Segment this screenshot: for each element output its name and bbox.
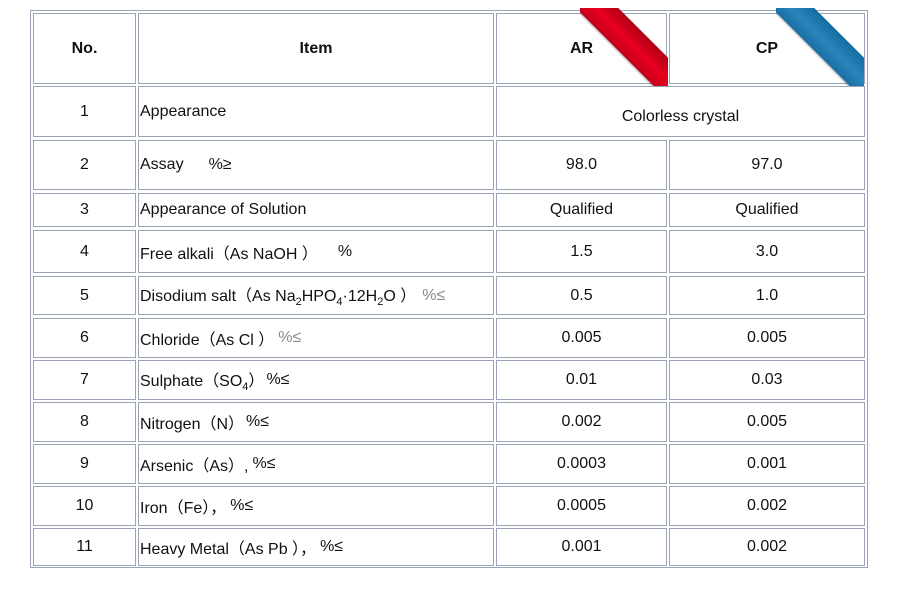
row-ar-value: 0.002 (496, 402, 667, 442)
row-ar-value: 1.5 (496, 230, 667, 273)
row-item-unit: %≤ (252, 455, 276, 472)
row-ar-value: 0.001 (496, 528, 667, 566)
row-no: 6 (33, 318, 136, 358)
header-no: No. (33, 13, 136, 84)
row-item-label: Assay (140, 156, 184, 173)
ar-ribbon-decoration (580, 8, 668, 92)
row-item-label: Chloride（As Cl ） (140, 332, 275, 349)
row-ar-value: 0.0003 (496, 444, 667, 484)
row-cp-value: 0.005 (669, 318, 865, 358)
row-item: Chloride（As Cl ） %≤ (138, 318, 494, 358)
row-item: Assay %≥ (138, 140, 494, 190)
row-no: 11 (33, 528, 136, 566)
row-cp-value: 0.002 (669, 528, 865, 566)
row-ar-value: Qualified (496, 193, 667, 227)
row-item-unit: %≤ (422, 286, 446, 304)
row-item-unit: %≥ (208, 156, 232, 173)
row-item-unit: %≤ (246, 413, 270, 430)
row-item-label: Free alkali（As NaOH ） (140, 245, 318, 263)
row-item-label: Sulphate（SO4） (140, 372, 265, 394)
row-no: 3 (33, 193, 136, 227)
row-item-unit: %≤ (230, 497, 254, 514)
merged-value-cell: Colorless crystal (496, 86, 865, 137)
row-cp-value: 3.0 (669, 230, 865, 273)
row-item: Appearance of Solution (138, 193, 494, 227)
row-item-label: Arsenic（As）, (140, 458, 249, 475)
row-no: 2 (33, 140, 136, 190)
row-no: 9 (33, 444, 136, 484)
row-item-unit: %≤ (320, 538, 344, 555)
row-item-label: Heavy Metal（As Pb ）， (140, 541, 317, 558)
row-cp-value: 1.0 (669, 276, 865, 315)
row-cp-value: 0.005 (669, 402, 865, 442)
row-no: 5 (33, 276, 136, 315)
row-ar-value: 0.005 (496, 318, 667, 358)
row-item-label: Disodium salt（As Na2HPO4·12H2O ） (140, 288, 417, 309)
row-item-unit: %≤ (266, 371, 290, 388)
row-cp-value: 0.03 (669, 360, 865, 400)
row-cp-value: 0.001 (669, 444, 865, 484)
row-cp-value: 97.0 (669, 140, 865, 190)
merged-value: Colorless crystal (621, 108, 740, 125)
row-ar-value: 0.01 (496, 360, 667, 400)
row-no: 1 (33, 86, 136, 137)
row-ar-value: 0.5 (496, 276, 667, 315)
cp-ribbon-decoration (776, 8, 864, 94)
row-item-unit: %≤ (278, 329, 302, 346)
row-item: Appearance (138, 86, 494, 137)
row-no: 4 (33, 230, 136, 273)
row-no: 10 (33, 486, 136, 526)
row-item: Arsenic（As）, %≤ (138, 444, 494, 484)
row-cp-value: 0.002 (669, 486, 865, 526)
row-item-label: Nitrogen（N） (140, 416, 245, 433)
row-item: Heavy Metal（As Pb ）， %≤ (138, 528, 494, 566)
row-item-unit: % (337, 242, 353, 260)
row-item-label: Iron（Fe）， (140, 500, 227, 517)
header-cp-label: CP (755, 39, 779, 57)
header-item: Item (138, 13, 494, 84)
row-item: Iron（Fe）， %≤ (138, 486, 494, 526)
row-item: Nitrogen（N） %≤ (138, 402, 494, 442)
row-item: Sulphate（SO4） %≤ (138, 360, 494, 400)
row-item: Disodium salt（As Na2HPO4·12H2O ） %≤ (138, 276, 494, 315)
row-no: 8 (33, 402, 136, 442)
row-ar-value: 0.0005 (496, 486, 667, 526)
row-no: 7 (33, 360, 136, 400)
row-item: Free alkali（As NaOH ）% (138, 230, 494, 273)
row-ar-value: 98.0 (496, 140, 667, 190)
row-cp-value: Qualified (669, 193, 865, 227)
